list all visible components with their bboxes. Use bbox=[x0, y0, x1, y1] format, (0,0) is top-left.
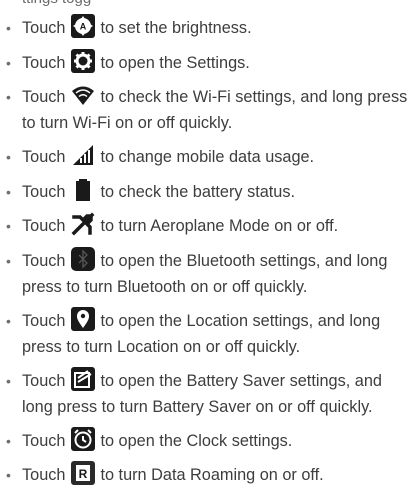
item-text: to open the Settings. bbox=[100, 54, 250, 72]
item-text-continued: to turn Wi-Fi on or off quickly. bbox=[22, 114, 233, 132]
clipped-heading-text: ttings togg bbox=[22, 0, 91, 8]
svg-text:A: A bbox=[80, 21, 87, 31]
battery-saver-icon bbox=[71, 366, 96, 391]
bullet: • bbox=[6, 184, 11, 200]
item-prefix: Touch bbox=[22, 252, 66, 270]
item-prefix: Touch bbox=[22, 217, 66, 235]
clock-icon bbox=[71, 426, 96, 451]
bullet: • bbox=[6, 253, 11, 269]
item-prefix: Touch bbox=[22, 466, 66, 484]
item-text: to change mobile data usage. bbox=[100, 148, 315, 166]
item-text-continued: press to turn Location on or off quickly… bbox=[22, 338, 301, 356]
item-prefix: Touch bbox=[22, 432, 66, 450]
item-text-continued: press to turn Bluetooth on or off quickl… bbox=[22, 278, 308, 296]
item-text: to open the Location settings, and long bbox=[100, 312, 381, 330]
item-text: to open the Battery Saver settings, and bbox=[100, 372, 382, 390]
item-prefix: Touch bbox=[22, 372, 66, 390]
bullet: • bbox=[6, 218, 11, 234]
item-prefix: Touch bbox=[22, 183, 66, 201]
battery-icon bbox=[71, 178, 95, 202]
signal-icon bbox=[71, 143, 95, 167]
bullet: • bbox=[6, 149, 11, 165]
item-text-continued: long press to turn Battery Saver on or o… bbox=[22, 398, 373, 416]
bullet: • bbox=[6, 373, 11, 389]
item-text: to open the Bluetooth settings, and long bbox=[100, 252, 388, 270]
bullet: • bbox=[6, 467, 11, 483]
bullet: • bbox=[6, 55, 11, 71]
wifi-icon bbox=[71, 83, 95, 107]
item-prefix: Touch bbox=[22, 54, 66, 72]
item-prefix: Touch bbox=[22, 19, 66, 37]
item-text: to check the battery status. bbox=[100, 183, 296, 201]
gear-icon bbox=[71, 48, 96, 73]
data-roaming-icon: R bbox=[71, 460, 96, 485]
item-prefix: Touch bbox=[22, 312, 66, 330]
bullet: • bbox=[6, 313, 11, 329]
svg-text:R: R bbox=[79, 467, 88, 481]
item-text: to check the Wi-Fi settings, and long pr… bbox=[100, 88, 408, 106]
item-prefix: Touch bbox=[22, 148, 66, 166]
bluetooth-icon bbox=[71, 246, 96, 271]
bullet: • bbox=[6, 89, 11, 105]
item-prefix: Touch bbox=[22, 88, 66, 106]
bullet: • bbox=[6, 433, 11, 449]
item-text: to open the Clock settings. bbox=[100, 432, 293, 450]
bullet: • bbox=[6, 20, 11, 36]
brightness-auto-icon: A bbox=[71, 13, 96, 38]
item-text: to turn Data Roaming on or off. bbox=[100, 466, 324, 484]
location-icon bbox=[71, 306, 96, 331]
airplane-icon bbox=[71, 212, 95, 236]
item-text: to set the brightness. bbox=[100, 19, 252, 37]
item-text: to turn Aeroplane Mode on or off. bbox=[100, 217, 339, 235]
